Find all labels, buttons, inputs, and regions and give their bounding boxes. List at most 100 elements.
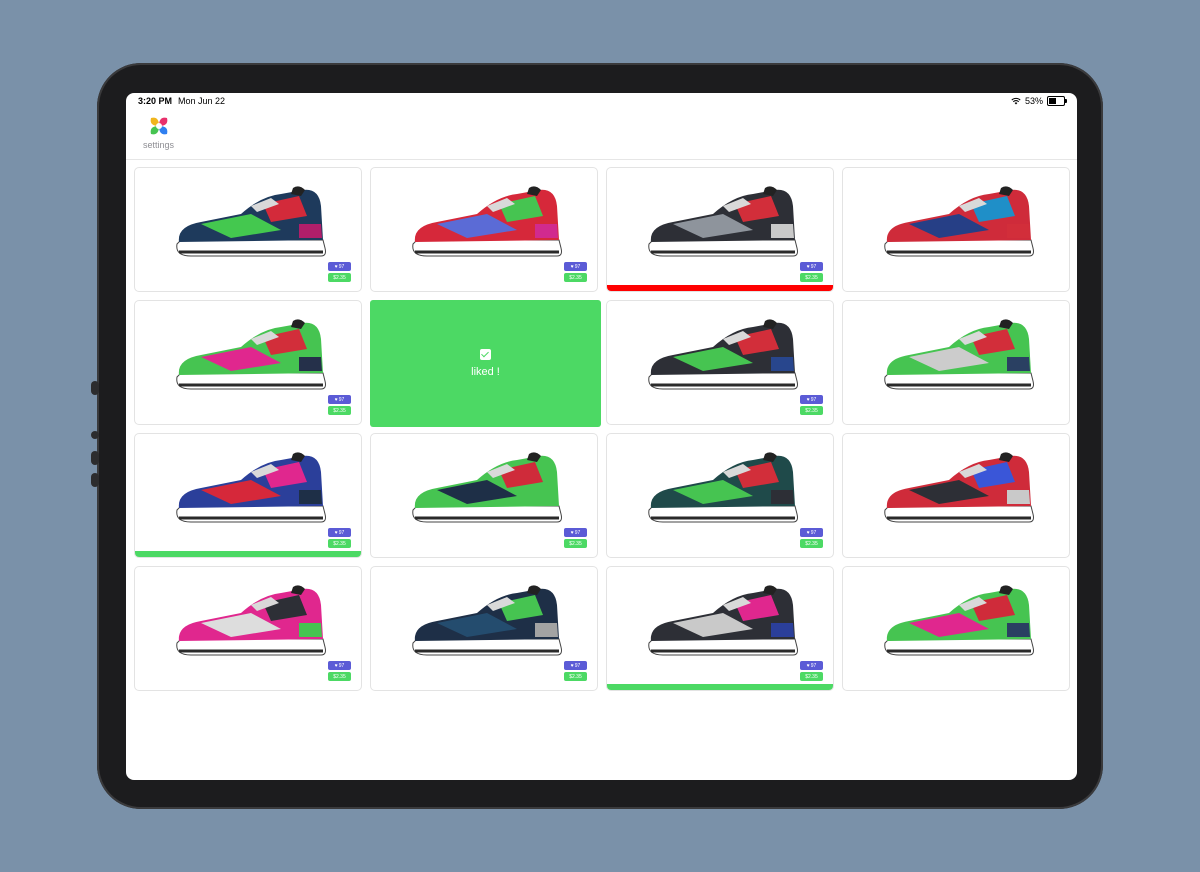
price-badge: $2.35 (800, 672, 823, 681)
sneaker-image (884, 452, 1034, 523)
heart-icon: ♥ (334, 263, 338, 270)
liked-overlay: liked ! (370, 300, 601, 427)
sneaker-image (648, 319, 798, 390)
sneaker-image (648, 186, 798, 257)
side-button (91, 451, 99, 465)
price-badge: $2.35 (328, 273, 351, 282)
product-card[interactable]: ♥ 97 $2.35 (606, 300, 834, 425)
settings-label[interactable]: settings (143, 140, 174, 150)
product-card[interactable]: ♥ 97 $2.35 (370, 433, 598, 558)
heart-icon: ♥ (334, 396, 338, 403)
likes-badge: ♥ 97 (328, 395, 351, 404)
liked-indicator-bar (607, 684, 833, 690)
side-button (91, 431, 99, 439)
heart-icon: ♥ (570, 662, 574, 669)
product-card[interactable]: ♥ 97 $2.35 (606, 167, 834, 292)
sneaker-image (176, 585, 326, 656)
likes-badge: ♥ 97 (564, 528, 587, 537)
heart-icon: ♥ (334, 662, 338, 669)
battery-icon (1047, 96, 1067, 106)
heart-icon: ♥ (334, 529, 338, 536)
product-badges: ♥ 97 $2.35 (328, 528, 351, 548)
price-badge: $2.35 (564, 539, 587, 548)
sneaker-image (648, 452, 798, 523)
price-badge: $2.35 (564, 672, 587, 681)
product-badges: ♥ 97 $2.35 (800, 395, 823, 415)
settings-logo-icon[interactable] (147, 114, 171, 138)
product-badges: ♥ 97 $2.35 (564, 262, 587, 282)
battery-percentage: 53% (1024, 96, 1043, 106)
price-badge: $2.35 (328, 539, 351, 548)
app-header: settings (126, 111, 1077, 160)
product-badges: ♥ 97 $2.35 (328, 262, 351, 282)
likes-badge: ♥ 97 (328, 528, 351, 537)
product-badges: ♥ 97 $2.35 (328, 395, 351, 415)
product-card[interactable]: ♥ 97 $2.35 (370, 566, 598, 691)
sneaker-image (176, 186, 326, 257)
sneaker-image (412, 585, 562, 656)
likes-badge: ♥ 97 (564, 262, 587, 271)
sneaker-image (884, 585, 1034, 656)
product-card[interactable]: ♥ 97 $2.35 (370, 167, 598, 292)
price-badge: $2.35 (800, 406, 823, 415)
sneaker-image (884, 319, 1034, 390)
status-time: 3:20 PM (138, 96, 173, 106)
app-screen: 3:20 PM Mon Jun 22 53% settings ♥ 97 $2.… (126, 93, 1077, 780)
product-card[interactable]: ♥ 97 $2.35 (606, 433, 834, 558)
price-badge: $2.35 (328, 672, 351, 681)
side-button (91, 381, 99, 395)
likes-count: 97 (574, 529, 581, 536)
wifi-icon (1011, 97, 1021, 105)
likes-badge: ♥ 97 (800, 395, 823, 404)
likes-count: 97 (338, 263, 345, 270)
sneaker-image (648, 585, 798, 656)
liked-indicator-bar (135, 551, 361, 557)
heart-icon: ♥ (570, 529, 574, 536)
disliked-indicator-bar (607, 285, 833, 291)
product-badges: ♥ 97 $2.35 (564, 528, 587, 548)
sneaker-image (884, 186, 1034, 257)
product-card[interactable] (842, 300, 1070, 425)
likes-badge: ♥ 97 (328, 661, 351, 670)
likes-count: 97 (810, 396, 817, 403)
price-badge: $2.35 (800, 273, 823, 282)
product-card[interactable]: ♥ 97 $2.35 (134, 566, 362, 691)
likes-count: 97 (338, 529, 345, 536)
likes-count: 97 (810, 662, 817, 669)
side-button (91, 473, 99, 487)
likes-count: 97 (810, 263, 817, 270)
liked-confirmation-card[interactable]: liked ! (370, 300, 601, 427)
product-badges: ♥ 97 $2.35 (800, 661, 823, 681)
status-right: 53% (1011, 96, 1067, 106)
likes-badge: ♥ 97 (800, 262, 823, 271)
product-badges: ♥ 97 $2.35 (328, 661, 351, 681)
heart-icon: ♥ (806, 263, 810, 270)
price-badge: $2.35 (564, 273, 587, 282)
sneaker-image (176, 319, 326, 390)
battery-fill (1049, 98, 1057, 104)
likes-count: 97 (574, 662, 581, 669)
product-card[interactable] (842, 433, 1070, 558)
product-card[interactable]: ♥ 97 $2.35 (606, 566, 834, 691)
sneaker-image (176, 452, 326, 523)
product-card[interactable]: ♥ 97 $2.35 (134, 167, 362, 292)
likes-badge: ♥ 97 (328, 262, 351, 271)
likes-badge: ♥ 97 (564, 661, 587, 670)
product-card[interactable]: ♥ 97 $2.35 (134, 300, 362, 425)
likes-count: 97 (338, 662, 345, 669)
product-card[interactable]: ♥ 97 $2.35 (134, 433, 362, 558)
checkbox-checked-icon (480, 349, 491, 360)
heart-icon: ♥ (806, 529, 810, 536)
product-badges: ♥ 97 $2.35 (564, 661, 587, 681)
sneaker-image (412, 452, 562, 523)
product-badges: ♥ 97 $2.35 (800, 528, 823, 548)
heart-icon: ♥ (570, 263, 574, 270)
price-badge: $2.35 (800, 539, 823, 548)
product-card[interactable] (842, 167, 1070, 292)
likes-count: 97 (574, 263, 581, 270)
product-badges: ♥ 97 $2.35 (800, 262, 823, 282)
likes-count: 97 (810, 529, 817, 536)
product-card[interactable] (842, 566, 1070, 691)
status-bar: 3:20 PM Mon Jun 22 53% (126, 93, 1077, 111)
likes-badge: ♥ 97 (800, 661, 823, 670)
